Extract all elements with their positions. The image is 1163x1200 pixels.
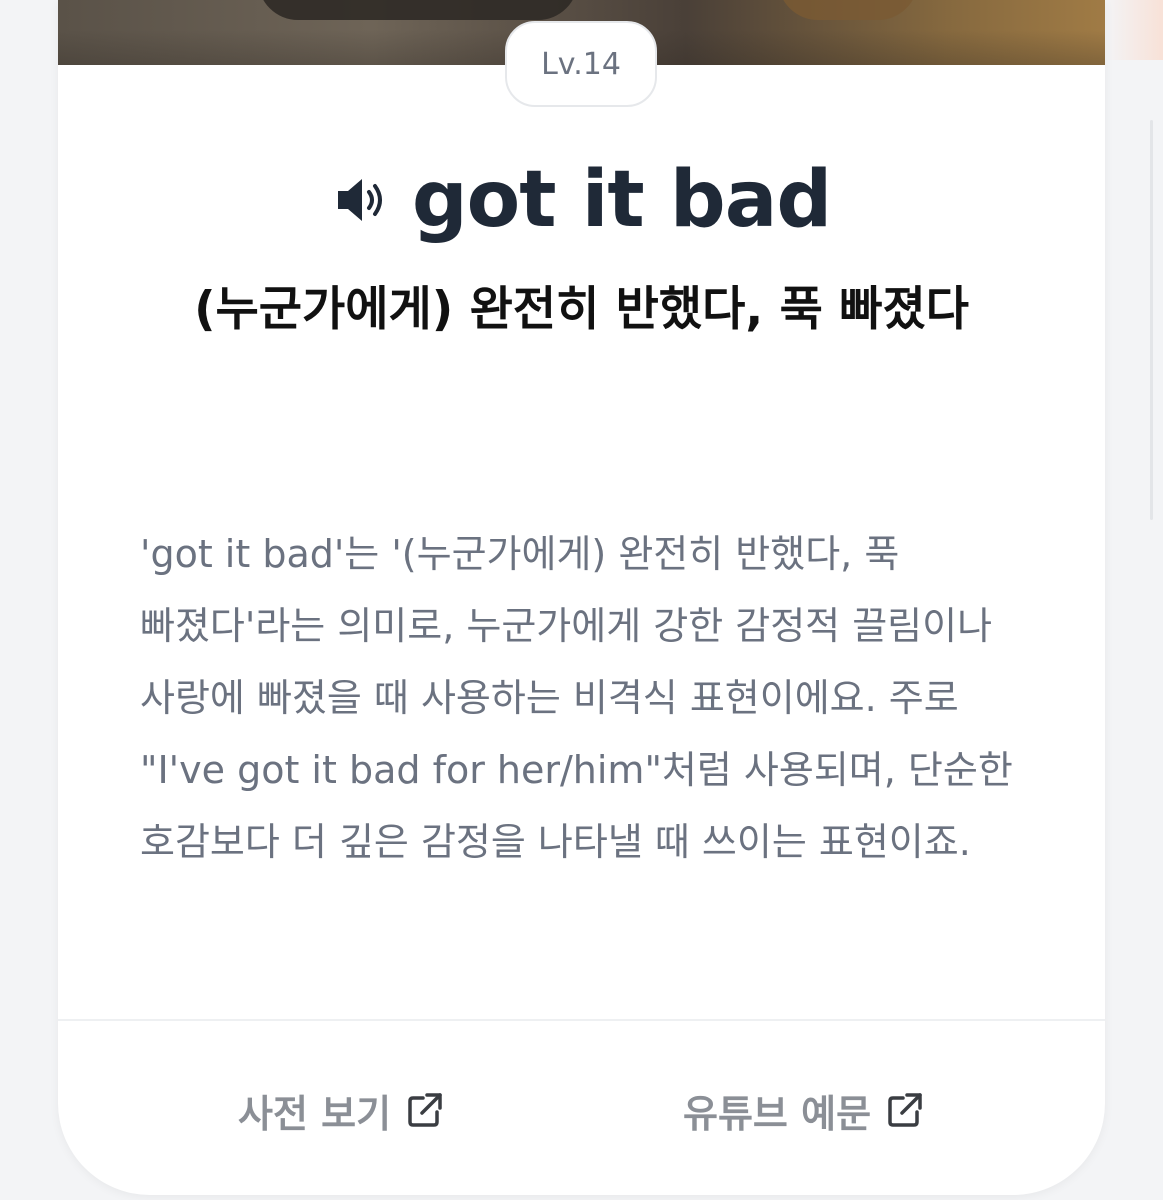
dictionary-link-button[interactable]: 사전 보기	[238, 1075, 445, 1145]
word-card: Lv.14 got it bad (누군가에게) 완전히 반했다, 푹 빠졌다 …	[58, 0, 1105, 1195]
scrollbar[interactable]	[1150, 120, 1153, 520]
word-meaning: (누군가에게) 완전히 반했다, 푹 빠졌다	[194, 282, 969, 337]
word-description: 'got it bad'는 '(누군가에게) 완전히 반했다, 푹 빠졌다'라는…	[140, 532, 1013, 864]
side-card-edge	[1105, 0, 1163, 60]
youtube-link-label: 유튜브 예문	[683, 1091, 872, 1136]
speaker-icon[interactable]	[332, 171, 390, 229]
external-link-icon	[408, 1093, 442, 1127]
dictionary-link-label: 사전 보기	[238, 1091, 392, 1136]
word-title: got it bad	[411, 155, 832, 245]
divider	[58, 1019, 1105, 1021]
external-link-icon	[888, 1093, 922, 1127]
level-badge: Lv.14	[505, 21, 657, 107]
youtube-example-link-button[interactable]: 유튜브 예문	[683, 1075, 925, 1145]
word-heading: got it bad	[58, 150, 1105, 250]
